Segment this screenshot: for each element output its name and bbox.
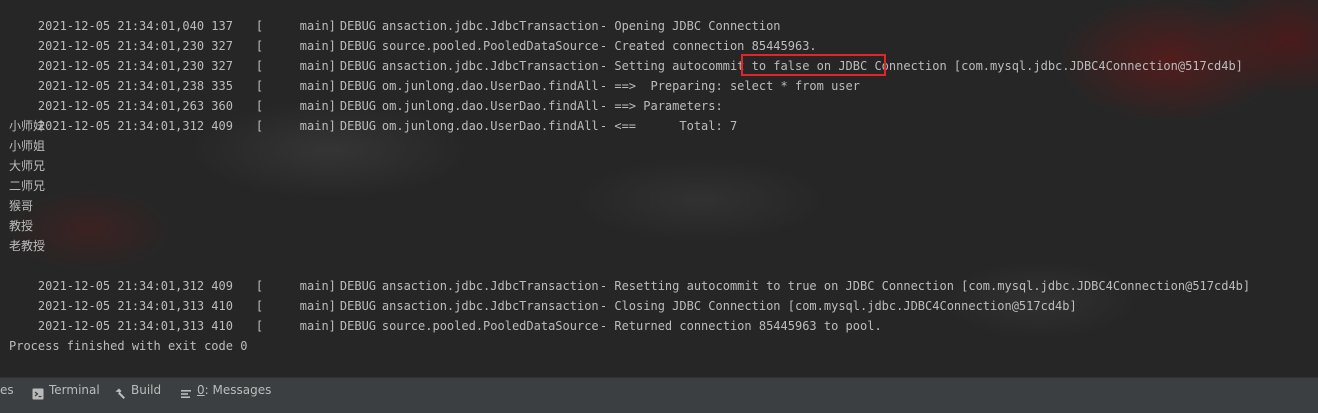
output-name: 老教授 (9, 239, 46, 253)
run-console[interactable]: 2021-12-05 21:34:01,040 137[main] DEBUG an… (0, 0, 1318, 377)
log-line: 2021-12-05 21:34:01,313 410[main] DEBUG an… (9, 276, 1077, 313)
log-line: 2021-12-05 21:34:01,313 410[main] DEBUG so… (9, 296, 882, 333)
tool-tab-messages[interactable]: 0: Messages (180, 378, 271, 402)
log-line: 2021-12-05 21:34:01,040 137[main] DEBUG an… (9, 0, 781, 33)
output-name: 猴哥 (9, 199, 34, 213)
log-time: 2021-12-05 21:34:01,313 410 (37, 319, 233, 333)
log-message: - Returned connection 85445963 to pool. (599, 319, 882, 333)
tool-tab-terminal-label: Terminal (49, 383, 100, 397)
hammer-icon (114, 384, 126, 399)
log-message: - <== Total: 7 (599, 119, 738, 133)
log-line: 2021-12-05 21:34:01,312 409[main] DEBUG an… (9, 256, 1250, 293)
tool-tab-partial-label: es (0, 383, 14, 397)
output-name: 小师姐 (9, 139, 46, 153)
log-time: 2021-12-05 21:34:01,312 409 (37, 119, 233, 133)
output-name: 二师兄 (9, 179, 46, 193)
terminal-icon (32, 384, 44, 400)
tool-tab-build[interactable]: Build (114, 378, 161, 402)
log-thread: main] (299, 319, 336, 333)
output-name: 教授 (9, 219, 34, 233)
log-thread: main] (299, 119, 336, 133)
log-level: DEBUG (339, 119, 377, 133)
tool-tab-messages-label: 0: Messages (197, 383, 272, 397)
log-line: 2021-12-05 21:34:01,312 409[main] DEBUG om… (9, 96, 737, 133)
tool-window-bar: es Terminal Build 0: Messages (0, 377, 1318, 413)
tool-tab-terminal[interactable]: Terminal (32, 378, 100, 402)
log-logger: om.junlong.dao.UserDao.findAll (381, 119, 599, 133)
tool-tab-build-label: Build (131, 383, 162, 397)
output-name: 大师兄 (9, 159, 46, 173)
exit-message: Process finished with exit code 0 (9, 339, 248, 353)
messages-icon (180, 384, 192, 398)
log-line: 2021-12-05 21:34:01,230 327[main] DEBUG so… (9, 16, 817, 53)
sql-highlight-box (741, 54, 886, 76)
log-line: 2021-12-05 21:34:01,230 327[main] DEBUG an… (9, 36, 1243, 73)
tool-tab-partial[interactable]: es (0, 378, 14, 402)
output-name: 小师妹 (9, 119, 46, 133)
log-level: DEBUG (339, 319, 377, 333)
log-logger: source.pooled.PooledDataSource (381, 319, 599, 333)
log-line: 2021-12-05 21:34:01,238 335[main] DEBUG om… (9, 56, 860, 93)
log-line: 2021-12-05 21:34:01,263 360[main] DEBUG om… (9, 76, 730, 113)
